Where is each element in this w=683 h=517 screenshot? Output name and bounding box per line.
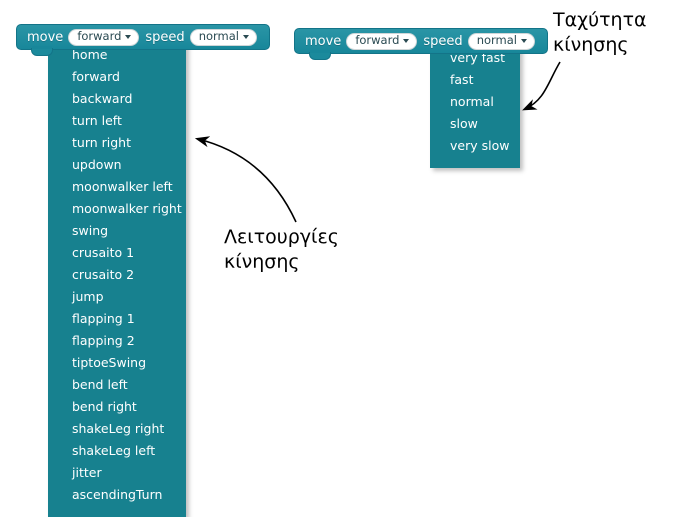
move-block-1[interactable]: move forward speed normal	[16, 24, 270, 56]
speed-value-2: normal	[476, 33, 517, 48]
speed-dropdown-2[interactable]: normal	[467, 32, 535, 50]
direction-value-2: forward	[355, 33, 400, 48]
menu-item-turn-right[interactable]: turn right	[48, 132, 186, 154]
chevron-down-icon	[125, 35, 132, 39]
menu-item-flapping-1[interactable]: flapping 1	[48, 308, 186, 330]
menu-item-tiptoeswing[interactable]: tiptoeSwing	[48, 352, 186, 374]
menu-item-updown[interactable]: updown	[48, 154, 186, 176]
direction-dropdown-2[interactable]: forward	[346, 32, 418, 50]
menu-item-turn-left[interactable]: turn left	[48, 110, 186, 132]
menu-item-slow[interactable]: slow	[430, 113, 520, 135]
menu-item-moonwalker-right[interactable]: moonwalker right	[48, 198, 186, 220]
block-notch-1	[31, 46, 53, 56]
menu-item-forward[interactable]: forward	[48, 66, 186, 88]
move-label-2: move	[305, 33, 342, 49]
speed-dropdown-menu[interactable]: very fast fast normal slow very slow	[430, 43, 520, 168]
move-block-2[interactable]: move forward speed normal	[294, 28, 548, 60]
direction-dropdown-1[interactable]: forward	[68, 28, 140, 46]
speed-value-1: normal	[198, 29, 239, 44]
menu-item-backward[interactable]: backward	[48, 88, 186, 110]
chevron-down-icon	[403, 39, 410, 43]
menu-item-very-slow[interactable]: very slow	[430, 135, 520, 157]
menu-item-normal[interactable]: normal	[430, 91, 520, 113]
menu-item-moonwalker-left[interactable]: moonwalker left	[48, 176, 186, 198]
menu-item-jitter[interactable]: jitter	[48, 462, 186, 484]
menu-item-shakeleg-left[interactable]: shakeLeg left	[48, 440, 186, 462]
speed-label-2: speed	[423, 33, 463, 49]
chevron-down-icon	[242, 35, 249, 39]
speed-dropdown-1[interactable]: normal	[189, 28, 257, 46]
menu-item-fast[interactable]: fast	[430, 69, 520, 91]
chevron-down-icon	[520, 39, 527, 43]
menu-item-bend-right[interactable]: bend right	[48, 396, 186, 418]
menu-item-jump[interactable]: jump	[48, 286, 186, 308]
menu-item-crusaito-2[interactable]: crusaito 2	[48, 264, 186, 286]
menu-item-shakeleg-right[interactable]: shakeLeg right	[48, 418, 186, 440]
motions-dropdown-menu[interactable]: home forward backward turn left turn rig…	[48, 40, 186, 517]
arrow-to-motions-menu	[194, 136, 297, 223]
direction-value-1: forward	[77, 29, 122, 44]
menu-item-bend-left[interactable]: bend left	[48, 374, 186, 396]
move-label-1: move	[27, 29, 64, 45]
menu-item-swing[interactable]: swing	[48, 220, 186, 242]
annotation-speed-label: Ταχύτητα κίνησης	[553, 9, 647, 56]
menu-item-ascendingturn[interactable]: ascendingTurn	[48, 484, 186, 506]
arrow-to-speed-menu	[522, 61, 561, 111]
annotation-motions-label: Λειτουργίες κίνησης	[224, 226, 339, 273]
menu-item-flapping-2[interactable]: flapping 2	[48, 330, 186, 352]
menu-item-crusaito-1[interactable]: crusaito 1	[48, 242, 186, 264]
block-notch-2	[309, 50, 331, 60]
speed-label-1: speed	[145, 29, 185, 45]
